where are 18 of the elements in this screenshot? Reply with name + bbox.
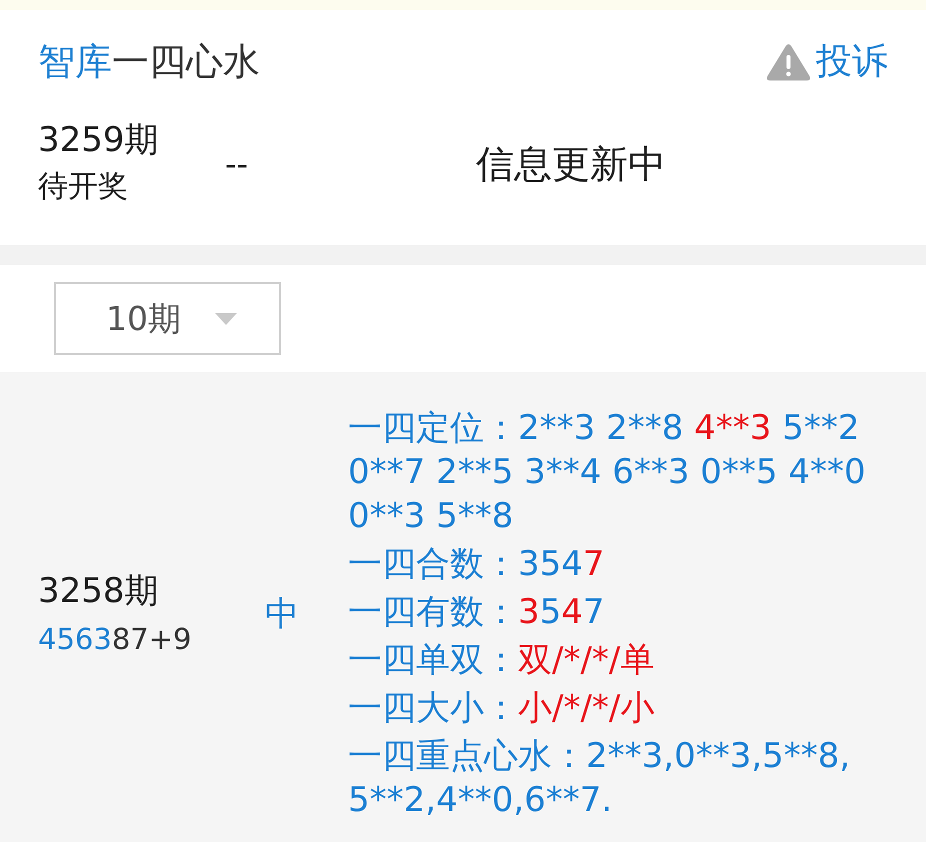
caret-icon: [215, 312, 237, 324]
warning-icon: [766, 43, 811, 81]
status-message: 信息更新中: [476, 142, 666, 186]
prediction-line: 一四单双：双/*/*/单: [348, 639, 656, 682]
draw-result: 456387+9: [38, 621, 192, 658]
period-select[interactable]: 10期: [54, 282, 281, 355]
app-title: 智库一四心水: [38, 40, 260, 84]
hit-verdict: 中: [265, 593, 300, 636]
prediction-line: 一四合数：3547: [348, 543, 606, 586]
complaint-button[interactable]: 投诉: [766, 40, 888, 84]
draw-status: 待开奖: [38, 168, 129, 206]
period-number: 3259期: [38, 120, 160, 160]
draw-numbers: --: [225, 144, 248, 184]
prediction-line: 一四有数：3547: [348, 591, 606, 634]
prediction-line: 一四定位：2**3 2**8 4**3 5**2 0**7 2**5 3**4 6**3 0**5 4**0 0**3 5**8: [348, 407, 867, 538]
prediction-line: 一四重点心水：2**3,0**3,5**8, 5**2,4**0,6**7.: [348, 735, 852, 822]
period-number: 3258期: [38, 570, 160, 613]
prediction-line: 一四大小：小/*/*/小: [348, 687, 656, 730]
